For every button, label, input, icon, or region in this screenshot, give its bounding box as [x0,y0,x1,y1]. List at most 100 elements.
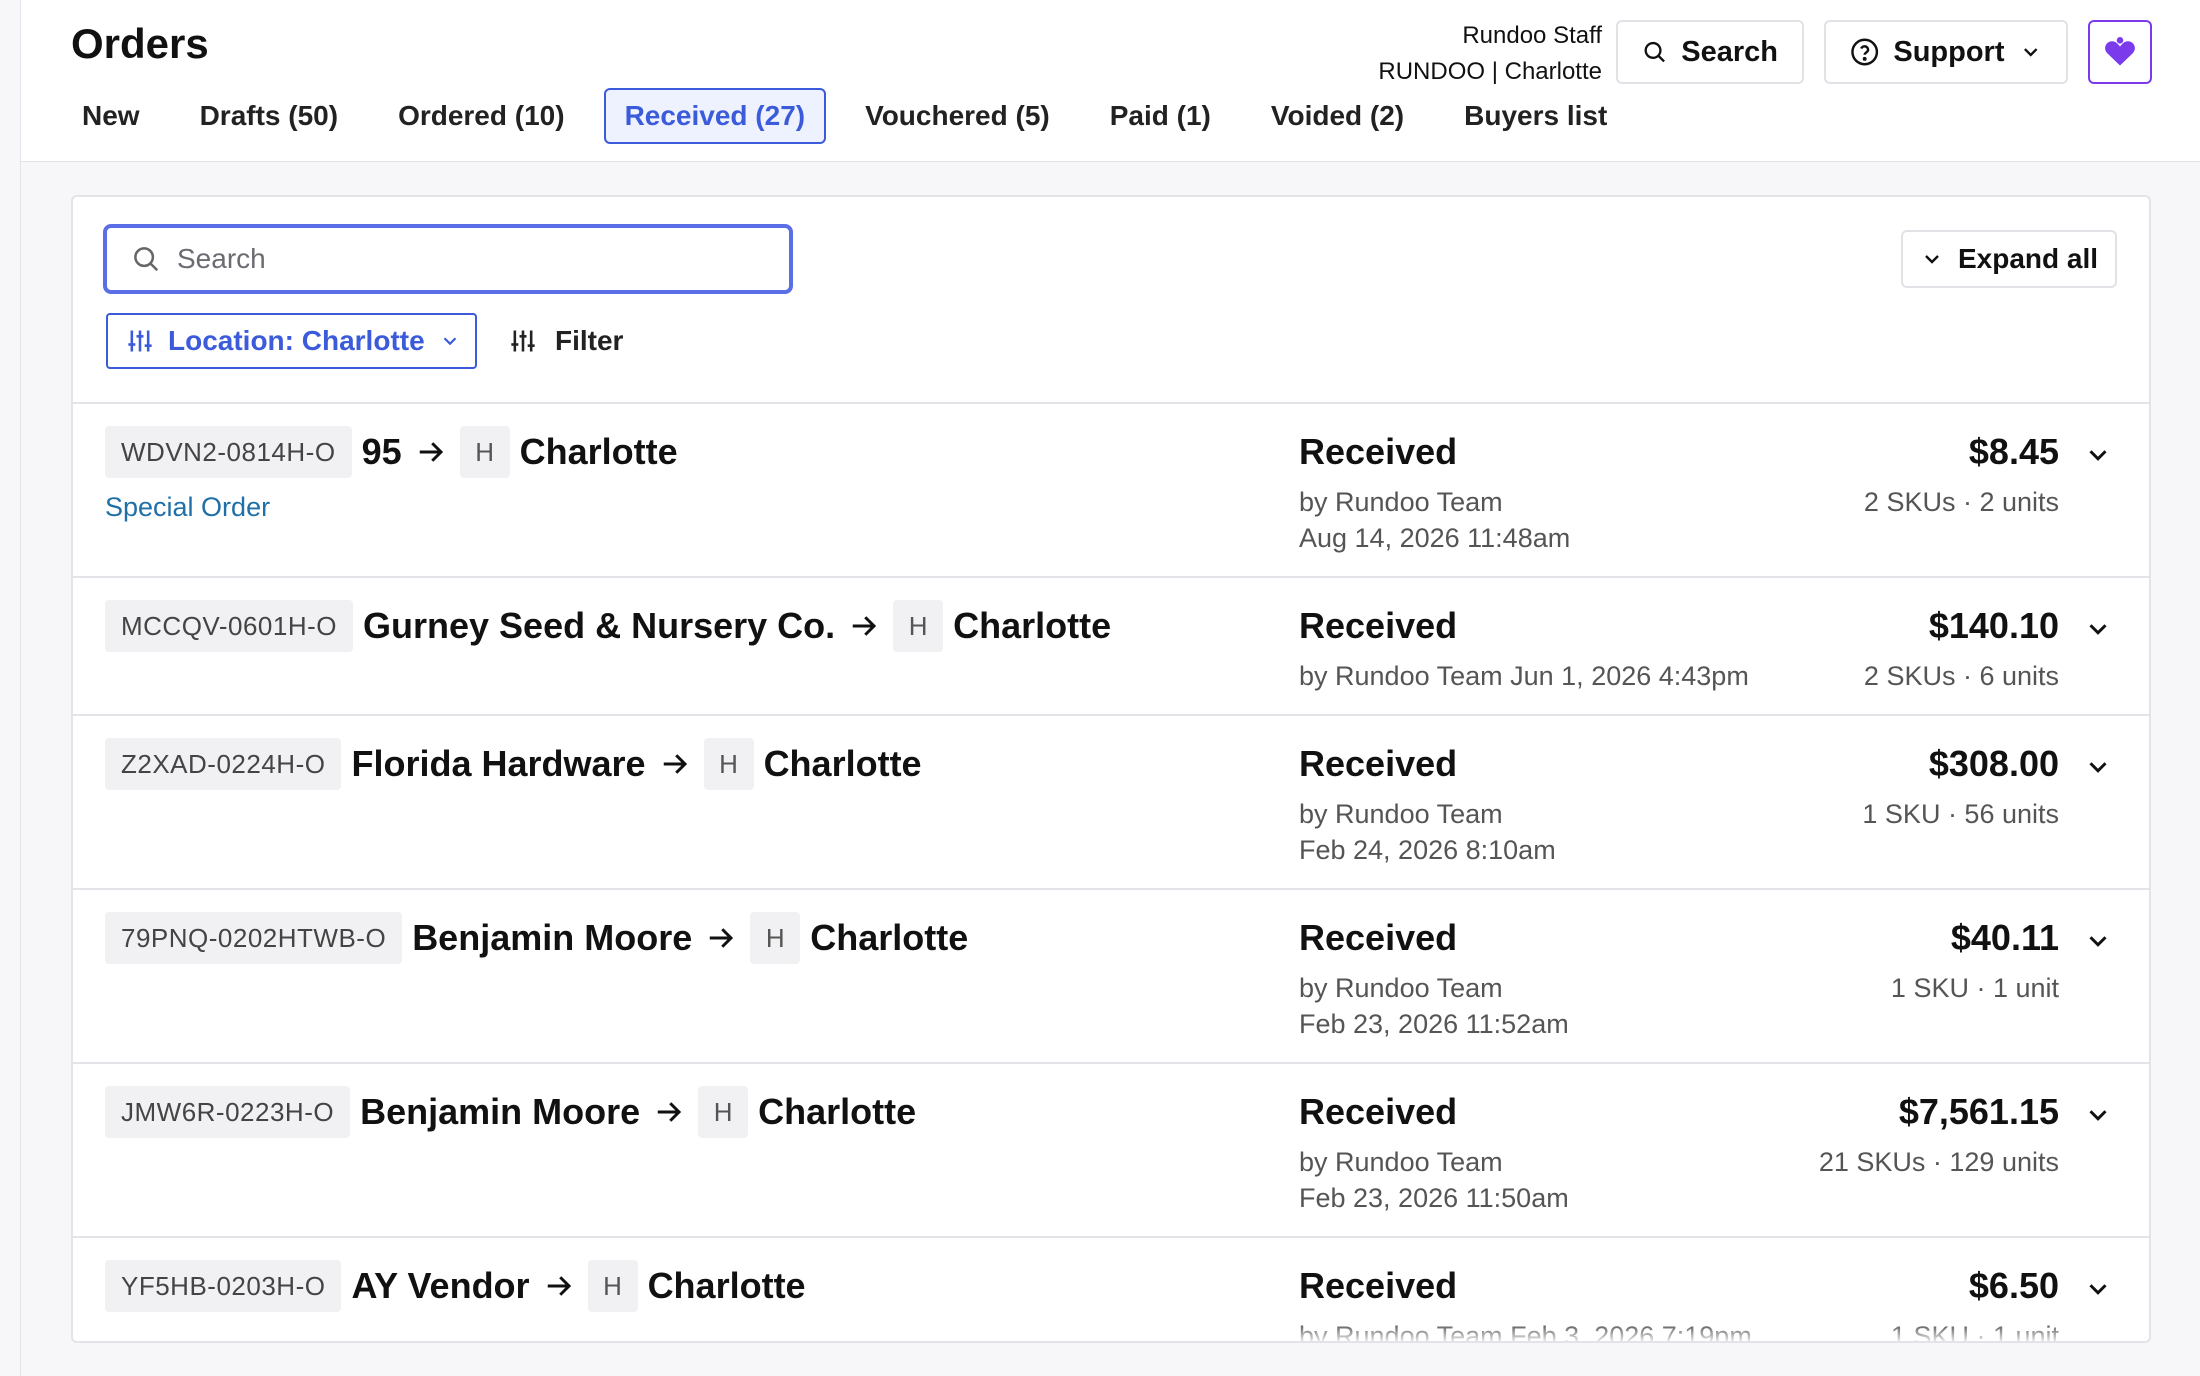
order-route: Z2XAD-0224H-O Florida Hardware H Charlot… [105,738,922,790]
user-info[interactable]: Rundoo Staff RUNDOO | Charlotte [1378,18,1602,90]
status-meta: by Rundoo Team Jun 1, 2026 4:43pm [1299,658,1819,694]
orders-panel: Location: Charlotte Filter Expand all WD… [71,195,2151,1343]
vendor-name: 95 [361,431,402,472]
destination-name: Charlotte [763,743,922,784]
location-code: H [459,426,510,478]
order-status-tabs: New Drafts (50) Ordered (10) Received (2… [61,88,1646,144]
order-status: Received [1299,743,1458,784]
chevron-down-icon[interactable] [2083,1274,2113,1304]
table-row[interactable]: MCCQV-0601H-O Gurney Seed & Nursery Co. … [73,578,2149,716]
location-code: H [587,1260,638,1312]
search-icon [1644,41,1665,63]
orders-list: WDVN2-0814H-O 95 H Charlotte Special Ord… [73,402,2149,1341]
location-filter-button[interactable]: Location: Charlotte [106,313,477,369]
orders-search[interactable] [103,224,793,294]
user-org: RUNDOO | Charlotte [1378,58,1602,85]
search-icon [134,247,159,272]
expand-all-button[interactable]: Expand all [1901,230,2117,288]
table-row[interactable]: JMW6R-0223H-O Benjamin Moore H Charlotte… [73,1064,2149,1238]
table-row[interactable]: Z2XAD-0224H-O Florida Hardware H Charlot… [73,716,2149,890]
order-id: MCCQV-0601H-O [105,600,353,652]
table-row[interactable]: 79PNQ-0202HTWB-O Benjamin Moore H Charlo… [73,890,2149,1064]
arrow-right-icon [849,611,879,641]
received-date: Aug 14, 2026 11:48am [1299,523,1571,553]
location-code: H [893,600,944,652]
chevron-down-icon [443,337,456,346]
order-amount: $308.00 [1928,743,2059,784]
support-label: Support [1893,35,2005,68]
order-quantity: 21 SKUs · 129 units [1818,1147,2059,1177]
received-by: by Rundoo Team [1299,799,1503,829]
tab-buyers-list[interactable]: Buyers list [1443,88,1628,144]
page-header: Orders Rundoo Staff RUNDOO | Charlotte S… [21,0,2200,162]
sidebar-border [20,0,21,1376]
status-meta: by Rundoo Team Feb 24, 2026 8:10am [1299,796,1819,868]
tab-vouchered[interactable]: Vouchered (5) [844,88,1071,144]
order-amount: $8.45 [1968,431,2059,472]
order-quantity: 2 SKUs · 2 units [1863,487,2059,517]
filter-button[interactable]: Filter [509,313,623,369]
status-meta: by Rundoo Team Aug 14, 2026 11:48am [1299,484,1819,556]
order-amount: $140.10 [1928,605,2059,646]
order-route: MCCQV-0601H-O Gurney Seed & Nursery Co. … [105,600,1111,652]
vendor-name: Benjamin Moore [412,917,693,958]
expand-all-label: Expand all [1957,243,2099,274]
order-amount: $40.11 [1950,917,2059,958]
destination-name: Charlotte [758,1091,917,1132]
orders-app: Orders Rundoo Staff RUNDOO | Charlotte S… [0,0,2200,1376]
received-date: Feb 23, 2026 11:50am [1299,1183,1569,1213]
received-by: by Rundoo Team [1299,973,1503,1003]
brand-logo-button[interactable] [2088,20,2152,84]
scroll-fade [73,1324,2149,1341]
tab-drafts[interactable]: Drafts (50) [179,88,359,144]
tab-ordered[interactable]: Ordered (10) [377,88,586,144]
filter-label: Filter [555,325,624,356]
received-by: by Rundoo Team Jun 1, 2026 4:43pm [1299,661,1749,691]
chevron-down-icon[interactable] [2083,926,2113,956]
order-status: Received [1299,605,1458,646]
location-code: H [750,912,801,964]
sliders-icon [511,330,535,352]
order-quantity: 1 SKU · 1 unit [1890,973,2059,1003]
vendor-name: Florida Hardware [351,743,646,784]
chevron-down-icon[interactable] [2083,614,2113,644]
order-status: Received [1299,431,1458,472]
order-route: YF5HB-0203H-O AY Vendor H Charlotte [105,1260,806,1312]
order-id: Z2XAD-0224H-O [105,738,342,790]
vendor-name: Gurney Seed & Nursery Co. [363,605,836,646]
orders-search-input[interactable] [177,243,737,275]
arrow-right-icon [654,1097,684,1127]
order-id: WDVN2-0814H-O [105,426,352,478]
chevron-down-icon[interactable] [2083,752,2113,782]
tab-voided[interactable]: Voided (2) [1250,88,1425,144]
order-route: JMW6R-0223H-O Benjamin Moore H Charlotte [105,1086,916,1138]
destination-name: Charlotte [647,1265,806,1306]
status-meta: by Rundoo Team Feb 23, 2026 11:52am [1299,970,1819,1042]
destination-name: Charlotte [810,917,969,958]
order-id: JMW6R-0223H-O [105,1086,351,1138]
table-row[interactable]: WDVN2-0814H-O 95 H Charlotte Special Ord… [73,404,2149,578]
order-route: WDVN2-0814H-O 95 H Charlotte [105,426,678,478]
order-route: 79PNQ-0202HTWB-O Benjamin Moore H Charlo… [105,912,968,964]
global-search-button[interactable]: Search [1616,20,1804,84]
chevron-down-icon[interactable] [2083,440,2113,470]
location-code: H [703,738,754,790]
order-quantity: 2 SKUs · 6 units [1863,661,2059,691]
order-status: Received [1299,1091,1458,1132]
tab-received[interactable]: Received (27) [603,88,827,144]
brand-heart-logo-icon [2105,37,2135,66]
sliders-icon [128,330,152,352]
order-id: 79PNQ-0202HTWB-O [105,912,403,964]
page-title: Orders [71,20,209,67]
support-button[interactable]: Support [1824,20,2068,84]
received-date: Feb 23, 2026 11:52am [1299,1009,1569,1039]
order-amount: $6.50 [1968,1265,2059,1306]
tab-paid[interactable]: Paid (1) [1089,88,1232,144]
special-order-tag: Special Order [105,492,271,522]
chevron-down-icon [1925,255,1939,264]
tab-new[interactable]: New [61,88,161,144]
help-circle-icon [1851,38,1879,66]
user-name: Rundoo Staff [1462,22,1602,49]
chevron-down-icon[interactable] [2083,1100,2113,1130]
arrow-right-icon [706,923,736,953]
